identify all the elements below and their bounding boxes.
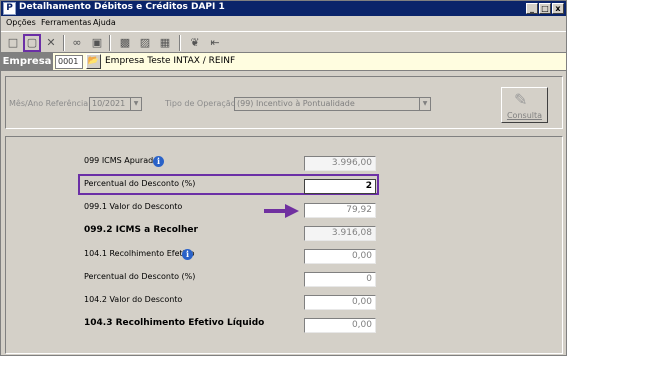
new-doc-icon[interactable]: □: [5, 35, 21, 51]
report-icon[interactable]: ▩: [117, 35, 133, 51]
recolhimento-efetivo-field: 0,00: [304, 249, 376, 264]
toolbar-separator: [179, 35, 181, 51]
empresa-name: Empresa Teste INTAX / REINF: [105, 56, 236, 66]
dapi-window: P Detalhamento Débitos e Créditos DAPI 1…: [0, 0, 567, 356]
menu-ajuda[interactable]: Ajuda: [93, 18, 116, 27]
title-bar[interactable]: P Detalhamento Débitos e Créditos DAPI 1…: [1, 1, 566, 16]
toolbar-separator: [109, 35, 111, 51]
toolbar: □ ▢ ✕ ∞ ▣ ▩ ▨ ▦ ❦ ⇤: [1, 31, 566, 53]
tipo-operacao-select[interactable]: (99) Incentivo à Pontualidade ▼: [234, 97, 431, 111]
percentual-desconto-2-field[interactable]: 0: [304, 272, 376, 287]
icms-apurado-field: 3.996,00: [304, 156, 376, 171]
row-label-valor-desconto-2: 104.2 Valor do Desconto: [84, 295, 183, 304]
empresa-code-field[interactable]: 0001: [55, 55, 83, 69]
delete-icon[interactable]: ✕: [43, 35, 59, 51]
menu-opcoes[interactable]: Opções: [6, 18, 36, 27]
link-icon[interactable]: ∞: [69, 35, 85, 51]
tools-icon[interactable]: ❦: [187, 35, 203, 51]
tipo-operacao-value: (99) Incentivo à Pontualidade: [237, 99, 355, 108]
minimize-button[interactable]: _: [526, 3, 538, 14]
row-label-valor-desconto: 099.1 Valor do Desconto: [84, 202, 183, 211]
print-icon[interactable]: ▨: [137, 35, 153, 51]
search-tools-icon: ✎: [514, 90, 528, 109]
consulta-label: Consulta: [506, 111, 543, 120]
row-label-percentual-desconto: Percentual do Desconto (%): [84, 179, 196, 188]
pointer-arrow-head: [285, 204, 299, 218]
window-title: Detalhamento Débitos e Créditos DAPI 1: [19, 2, 225, 12]
app-icon: P: [3, 2, 16, 15]
icms-recolher-field: 3.916,08: [304, 226, 376, 241]
valor-desconto-2-field: 0,00: [304, 295, 376, 310]
info-icon[interactable]: i: [153, 156, 164, 167]
recolhimento-liquido-field: 0,00: [304, 318, 376, 333]
pointer-arrow: [264, 209, 286, 213]
menu-bar: Opções Ferramentas Ajuda: [1, 16, 566, 30]
mes-ano-label: Mês/Ano Referência: [9, 99, 89, 108]
row-label-icms-apurado: 099 ICMS Apurado: [84, 156, 159, 165]
chevron-down-icon[interactable]: ▼: [419, 98, 430, 110]
tipo-operacao-label: Tipo de Operação: [165, 99, 236, 108]
chevron-down-icon[interactable]: ▼: [130, 98, 141, 110]
valor-desconto-field: 79,92: [304, 203, 376, 218]
mes-ano-value: 10/2021: [92, 99, 126, 108]
info-icon[interactable]: i: [182, 249, 193, 260]
row-label-recolhimento-liquido: 104.3 Recolhimento Efetivo Líquido: [84, 318, 265, 328]
row-label-recolhimento-efetivo: 104.1 Recolhimento Efetivo: [84, 249, 195, 258]
menu-ferramentas[interactable]: Ferramentas: [41, 18, 91, 27]
maximize-button[interactable]: □: [539, 3, 551, 14]
empresa-label: Empresa: [1, 53, 53, 71]
consulta-button[interactable]: ✎ Consulta: [501, 87, 548, 123]
folder-open-icon[interactable]: 📂: [86, 54, 101, 69]
exit-icon[interactable]: ⇤: [207, 35, 223, 51]
percentual-desconto-input[interactable]: 2: [304, 179, 376, 194]
close-button[interactable]: x: [552, 3, 564, 14]
row-label-icms-recolher: 099.2 ICMS a Recolher: [84, 225, 198, 235]
export-icon[interactable]: ▦: [157, 35, 173, 51]
mes-ano-select[interactable]: 10/2021 ▼: [89, 97, 142, 111]
row-label-percentual-desconto-2: Percentual do Desconto (%): [84, 272, 196, 281]
save-icon[interactable]: ▣: [89, 35, 105, 51]
toolbar-separator: [63, 35, 65, 51]
open-doc-icon[interactable]: ▢: [23, 34, 41, 52]
